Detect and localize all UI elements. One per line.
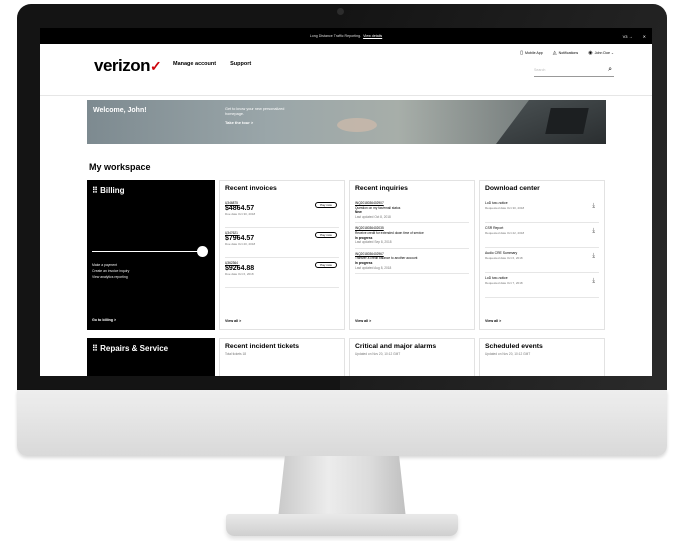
- download-icon[interactable]: ⤓: [592, 203, 595, 209]
- card-subtitle: Total tickets 18: [225, 352, 247, 356]
- close-icon[interactable]: ✕: [643, 34, 646, 39]
- download-date: Requested date Oct 6, 2018: [485, 256, 523, 260]
- inquiry-updated: Last updated Sep 8, 2018: [355, 240, 392, 245]
- download-icon[interactable]: ⤓: [592, 228, 595, 234]
- pay-now-button[interactable]: Pay now: [315, 232, 337, 238]
- pay-now-button[interactable]: Pay now: [315, 202, 337, 208]
- announcement-link[interactable]: View details: [363, 34, 382, 38]
- monitor-chin: [17, 390, 667, 456]
- card-title: Download center: [485, 185, 540, 192]
- workspace-row-2: ⠿ Repairs & Service Recent incident tick…: [87, 338, 606, 376]
- card-title: Recent invoices: [225, 185, 277, 192]
- card-title: Recent inquiries: [355, 185, 408, 192]
- phone-icon: ▯: [520, 50, 523, 56]
- billing-slider-knob[interactable]: [197, 246, 208, 257]
- billing-link[interactable]: View analytics reporting: [92, 274, 129, 280]
- download-date: Requested date Oct 7, 2018: [485, 281, 523, 285]
- utility-nav: ▯ Mobile App ◬ Notifications ◉ John Doe ⌄: [520, 50, 614, 56]
- user-icon: ◉: [588, 50, 593, 56]
- search-input[interactable]: Search ⌕: [534, 65, 614, 77]
- invoice-item: U346875 $4864.57 Due date Oct 30, 2018 P…: [225, 198, 339, 228]
- main-nav: Manage account Support: [173, 61, 251, 67]
- download-center-card: Download center LoD two-notice Requested…: [479, 180, 605, 330]
- monitor-stand-neck: [278, 456, 406, 518]
- inquiry-updated: Last updated Oct 8, 2018: [355, 214, 391, 219]
- invoice-due: Due date Oct 30, 2018: [225, 212, 256, 216]
- card-title: Recent incident tickets: [225, 343, 300, 350]
- verizon-logo[interactable]: verizon✓: [94, 56, 162, 76]
- download-item: LoD two-notice Requested date Oct 7, 201…: [485, 273, 599, 298]
- invoice-due: Due date Oct 20, 2018: [225, 242, 256, 246]
- download-date: Requested date Oct 30, 2018: [485, 206, 525, 210]
- download-item: Audio CRE Summary Requested date Oct 6, …: [485, 248, 599, 273]
- billing-title: ⠿ Billing: [92, 186, 125, 195]
- scheduled-events-card: Scheduled events Updated on Nov 20, 10:1…: [479, 338, 605, 376]
- search-icon[interactable]: ⌕: [608, 66, 612, 74]
- repairs-title: ⠿ Repairs & Service: [92, 344, 169, 353]
- card-subtitle: Updated on Nov 20, 10:12 GMT: [355, 352, 401, 356]
- invoice-item: U362364 $9264.88 Due date Oct 6, 2018 Pa…: [225, 258, 339, 288]
- banner-photo-laptop: [545, 108, 589, 134]
- view-all-invoices-link[interactable]: View all >: [225, 319, 241, 323]
- card-title: Critical and major alarms: [355, 343, 437, 350]
- download-item: CSR Report Requested date Oct 22, 2018 ⤓: [485, 223, 599, 248]
- download-icon[interactable]: ⤓: [592, 253, 595, 259]
- inquiry-item: INQ2018036402907 Question on my fax/emai…: [355, 198, 469, 224]
- billing-slider-track: [92, 251, 204, 252]
- checkmark-icon: ✓: [150, 58, 162, 74]
- billing-card[interactable]: ⠿ Billing Make a payment Create an invoi…: [87, 180, 215, 330]
- view-all-downloads-link[interactable]: View all >: [485, 319, 501, 323]
- version-link[interactable]: V3 →: [623, 34, 633, 39]
- site-header: verizon✓ Manage account Support ▯ Mobile …: [40, 44, 652, 96]
- download-date: Requested date Oct 22, 2018: [485, 231, 525, 235]
- screen: Long Distance Traffic Reporting. View de…: [40, 28, 652, 376]
- download-item: LoD two-notice Requested date Oct 30, 20…: [485, 198, 599, 223]
- welcome-banner: Welcome, John! Get to know your new pers…: [87, 100, 606, 144]
- announcement-bar: Long Distance Traffic Reporting. View de…: [40, 28, 652, 44]
- card-title: Scheduled events: [485, 343, 543, 350]
- monitor-scene: Long Distance Traffic Reporting. View de…: [0, 0, 683, 541]
- recent-invoices-card: Recent invoices U346875 $4864.57 Due dat…: [219, 180, 345, 330]
- invoice-item: U347621 $7964.57 Due date Oct 20, 2018 P…: [225, 228, 339, 258]
- nav-manage-account[interactable]: Manage account: [173, 61, 216, 67]
- inquiry-item: INQ2018036402967 Transfer a credit balan…: [355, 249, 469, 275]
- welcome-heading: Welcome, John!: [93, 107, 147, 114]
- billing-links: Make a payment Create an invoice inquiry…: [92, 262, 129, 280]
- announcement-text: Long Distance Traffic Reporting.: [309, 34, 362, 38]
- account-menu[interactable]: ◉ John Doe ⌄: [588, 50, 614, 56]
- mobile-app-link[interactable]: ▯ Mobile App: [520, 50, 543, 56]
- chevron-down-icon: ⌄: [610, 51, 614, 55]
- take-tour-link[interactable]: Take the tour >: [225, 120, 253, 125]
- alarms-card: Critical and major alarms Updated on Nov…: [349, 338, 475, 376]
- recent-inquiries-card: Recent inquiries INQ2018036402907 Questi…: [349, 180, 475, 330]
- go-to-billing-link[interactable]: Go to billing >: [92, 318, 116, 322]
- welcome-subtitle: Get to know your new personalized homepa…: [225, 107, 285, 116]
- incident-tickets-card: Recent incident tickets Total tickets 18: [219, 338, 345, 376]
- banner-photo-hand: [337, 118, 377, 132]
- repairs-service-card[interactable]: ⠿ Repairs & Service: [87, 338, 215, 376]
- inquiry-item: INQ2018036402035 Receive credit for exte…: [355, 223, 469, 249]
- inquiry-updated: Last updated Aug 8, 2018: [355, 265, 392, 270]
- workspace-title: My workspace: [89, 162, 151, 172]
- invoice-due: Due date Oct 6, 2018: [225, 272, 254, 276]
- download-icon[interactable]: ⤓: [592, 278, 595, 284]
- monitor-stand-base: [226, 514, 458, 536]
- notifications-link[interactable]: ◬ Notifications: [553, 50, 578, 56]
- workspace-row: ⠿ Billing Make a payment Create an invoi…: [87, 180, 606, 330]
- bell-icon: ◬: [552, 50, 557, 56]
- webcam: [337, 8, 344, 15]
- pay-now-button[interactable]: Pay now: [315, 262, 337, 268]
- card-subtitle: Updated on Nov 20, 10:12 GMT: [485, 352, 531, 356]
- view-all-inquiries-link[interactable]: View all >: [355, 319, 371, 323]
- nav-support[interactable]: Support: [230, 61, 251, 67]
